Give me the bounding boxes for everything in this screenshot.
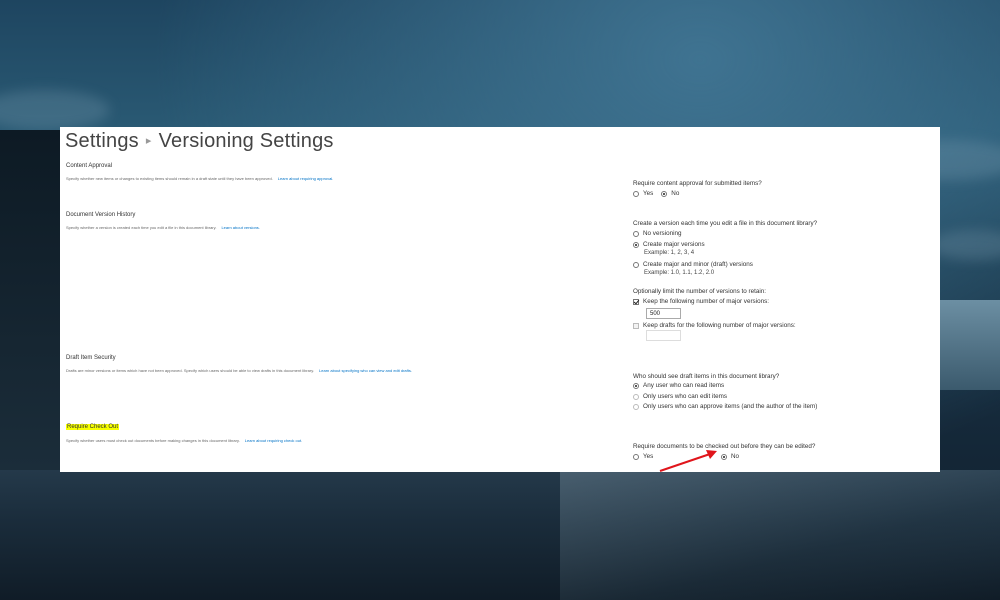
content-approval-title: Content Approval (66, 163, 113, 169)
major-versions-example: Example: 1, 2, 3, 4 (644, 250, 695, 256)
option-major-minor-versions[interactable]: Create major and minor (draft) versions (633, 261, 753, 268)
keep-major-versions-label: Keep the following number of major versi… (643, 298, 770, 305)
require-checkout-yes[interactable]: Yes (633, 453, 653, 460)
breadcrumb-current: Versioning Settings (158, 130, 334, 152)
content-approval-question: Require content approval for submitted i… (633, 180, 762, 187)
checkbox-checked-icon[interactable] (633, 298, 639, 305)
radio-icon[interactable] (633, 403, 639, 410)
limit-versions-question: Optionally limit the number of versions … (633, 288, 766, 295)
require-checkout-description-text: Specify whether users must check out doc… (66, 438, 240, 443)
page-title: Settings ▸ Versioning Settings (65, 130, 334, 153)
option-any-user-read[interactable]: Any user who can read items (633, 382, 724, 389)
option-major-versions-label: Create major versions (643, 241, 705, 248)
radio-icon[interactable] (633, 230, 639, 237)
require-checkout-title: Require Check Out (66, 424, 120, 430)
breadcrumb-separator-icon: ▸ (145, 135, 152, 147)
radio-icon[interactable] (633, 453, 639, 460)
radio-selected-icon[interactable] (633, 382, 639, 389)
radio-selected-icon[interactable] (721, 453, 727, 460)
content-approval-options: Yes No (633, 190, 687, 197)
content-approval-no[interactable]: No (661, 190, 679, 197)
draft-security-title: Draft Item Security (66, 355, 116, 361)
version-history-description-text: Specify whether a version is created eac… (66, 225, 217, 230)
versioning-settings-panel: Settings ▸ Versioning Settings Content App… (60, 127, 940, 472)
require-checkout-title-text: Require Check Out (66, 424, 120, 430)
learn-drafts-link[interactable]: Learn about specifying who can view and … (319, 368, 412, 373)
content-approval-yes[interactable]: Yes (633, 190, 653, 197)
draft-security-description-text: Drafts are minor versions or items which… (66, 368, 315, 373)
radio-icon[interactable] (633, 393, 639, 400)
radio-selected-icon[interactable] (633, 241, 639, 248)
require-checkout-description: Specify whether users must check out doc… (66, 438, 302, 443)
content-approval-no-label: No (671, 190, 680, 197)
option-users-edit[interactable]: Only users who can edit items (633, 393, 727, 400)
drafts-versions-input[interactable] (646, 330, 681, 341)
red-arrow-icon (659, 450, 717, 472)
require-checkout-yes-label: Yes (643, 453, 654, 460)
content-approval-description-text: Specify whether new items or changes to … (66, 176, 273, 181)
learn-versions-link[interactable]: Learn about versions. (221, 225, 259, 230)
major-versions-input[interactable]: 500 (646, 308, 681, 319)
radio-icon[interactable] (633, 190, 639, 197)
option-users-approve[interactable]: Only users who can approve items (and th… (633, 403, 817, 410)
content-approval-description: Specify whether new items or changes to … (66, 176, 333, 181)
breadcrumb-settings[interactable]: Settings (65, 130, 139, 152)
learn-checkout-link[interactable]: Learn about requiring check out. (245, 438, 302, 443)
option-users-approve-label: Only users who can approve items (and th… (643, 403, 818, 410)
option-no-versioning[interactable]: No versioning (633, 230, 682, 237)
version-history-question: Create a version each time you edit a fi… (633, 220, 818, 227)
option-no-versioning-label: No versioning (643, 230, 682, 237)
require-checkout-no[interactable]: No (721, 453, 739, 460)
radio-icon[interactable] (633, 261, 639, 268)
radio-selected-icon[interactable] (661, 190, 668, 197)
require-checkout-no-label: No (731, 453, 740, 460)
draft-security-description: Drafts are minor versions or items which… (66, 368, 412, 373)
option-users-edit-label: Only users who can edit items (643, 393, 727, 400)
learn-approval-link[interactable]: Learn about requiring approval. (278, 176, 334, 181)
keep-drafts-label: Keep drafts for the following number of … (643, 322, 796, 329)
content-approval-yes-label: Yes (643, 190, 654, 197)
keep-major-versions-checkbox[interactable]: Keep the following number of major versi… (633, 298, 769, 305)
option-major-minor-versions-label: Create major and minor (draft) versions (643, 261, 753, 268)
draft-security-question: Who should see draft items in this docum… (633, 373, 780, 380)
version-history-title: Document Version History (66, 212, 136, 218)
version-history-description: Specify whether a version is created eac… (66, 225, 260, 230)
option-major-versions[interactable]: Create major versions (633, 241, 705, 248)
major-minor-versions-example: Example: 1.0, 1.1, 1.2, 2.0 (644, 270, 715, 276)
keep-drafts-checkbox[interactable]: Keep drafts for the following number of … (633, 322, 796, 329)
checkbox-icon[interactable] (633, 322, 639, 329)
option-any-user-read-label: Any user who can read items (643, 382, 725, 389)
